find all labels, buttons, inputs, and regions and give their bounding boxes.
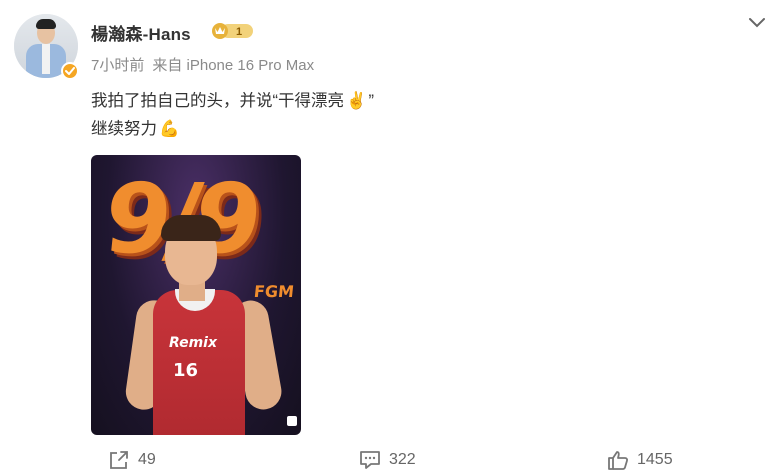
post-text-line-1-body: 我拍了拍自己的头，并说“干得漂亮 [91,92,344,110]
jersey-number: 16 [173,360,199,381]
post-text-line-2-body: 继续努力 [91,120,157,138]
post-meta: 7小时前 来自 iPhone 16 Pro Max [91,54,314,75]
comment-icon [360,451,380,469]
like-count: 1455 [637,451,673,468]
verified-badge-icon [61,62,79,80]
share-icon [110,451,128,469]
thumbs-up-icon [608,451,629,470]
share-count: 49 [138,451,156,468]
post-text-line-1-quote: ” [368,92,375,110]
victory-hand-emoji: ✌️ [346,92,367,110]
vip-badge[interactable]: 1 [211,22,255,40]
comment-count: 322 [389,451,416,468]
image-stat-label: FGM [253,282,295,301]
player-jersey [153,290,245,435]
vip-level-label: 1 [236,26,242,38]
username[interactable]: 楊瀚森-Hans [91,20,191,45]
post-time[interactable]: 7小时前 [91,54,144,75]
share-button[interactable]: 49 [108,449,156,471]
jersey-team-name: Remix [169,335,217,351]
flexed-biceps-emoji: 💪 [159,120,180,138]
post-text: 我拍了拍自己的头，并说“干得漂亮 ✌️ ” 继续努力 💪 [91,87,374,143]
post-image[interactable]: 9/9 FGM Remix 16 [91,155,301,435]
comment-button[interactable]: 322 [359,449,416,471]
post-text-line-1: 我拍了拍自己的头，并说“干得漂亮 ✌️ ” [91,87,374,115]
watermark-logo [287,416,297,426]
chevron-down-icon[interactable] [748,16,766,28]
post-source: 来自 iPhone 16 Pro Max [152,57,315,74]
post-text-line-2: 继续努力 💪 [91,115,374,143]
like-button[interactable]: 1455 [607,449,673,471]
